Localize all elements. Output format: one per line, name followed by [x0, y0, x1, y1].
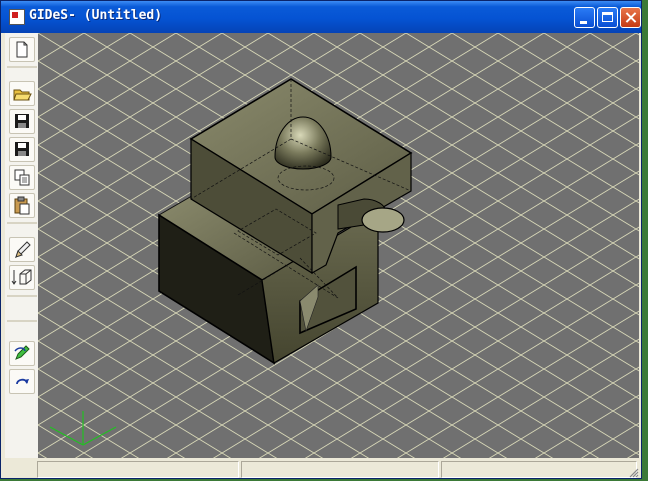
status-bar — [1, 459, 641, 478]
maximize-button[interactable] — [597, 7, 618, 28]
open-folder-icon — [13, 89, 32, 101]
resize-grip-icon[interactable] — [627, 466, 639, 478]
app-window: GIDeS- (Untitled) — [0, 0, 642, 479]
status-pane-2 — [241, 461, 439, 478]
toolbar-separator — [7, 222, 37, 224]
redo-button[interactable] — [9, 369, 35, 394]
redo-icon — [16, 378, 29, 385]
copy-button[interactable] — [9, 165, 35, 190]
copy-icon — [14, 169, 30, 186]
vertical-toolbar — [5, 33, 39, 458]
toolbar-separator — [7, 295, 37, 297]
status-pane-3 — [441, 461, 637, 478]
app-icon[interactable] — [9, 9, 25, 25]
cylinder-end-cap — [361, 207, 405, 233]
toolbar-separator — [7, 320, 37, 322]
paste-button[interactable] — [9, 193, 35, 218]
close-button[interactable] — [620, 7, 641, 28]
toolbar-separator — [7, 66, 37, 68]
pencil-icon — [15, 241, 31, 259]
viewport-scene[interactable] — [38, 33, 639, 458]
paste-icon — [14, 196, 30, 215]
3d-viewport[interactable] — [38, 33, 639, 458]
open-button[interactable] — [9, 81, 35, 106]
window-title: GIDeS- (Untitled) — [29, 8, 163, 23]
minimize-button[interactable] — [574, 7, 595, 28]
save-button[interactable] — [9, 109, 35, 134]
undo-button[interactable] — [9, 341, 35, 366]
title-bar[interactable]: GIDeS- (Untitled) — [1, 1, 641, 33]
pencil-button[interactable] — [9, 237, 35, 262]
save-disk-icon — [15, 114, 29, 128]
new-button[interactable] — [9, 37, 35, 62]
undo-icon — [14, 345, 30, 360]
save-disk-icon — [15, 142, 29, 156]
extrude-button[interactable] — [9, 265, 35, 290]
extrude-icon — [11, 269, 32, 285]
save-as-button[interactable] — [9, 137, 35, 162]
new-document-icon — [16, 41, 28, 58]
status-pane-1 — [37, 461, 239, 478]
